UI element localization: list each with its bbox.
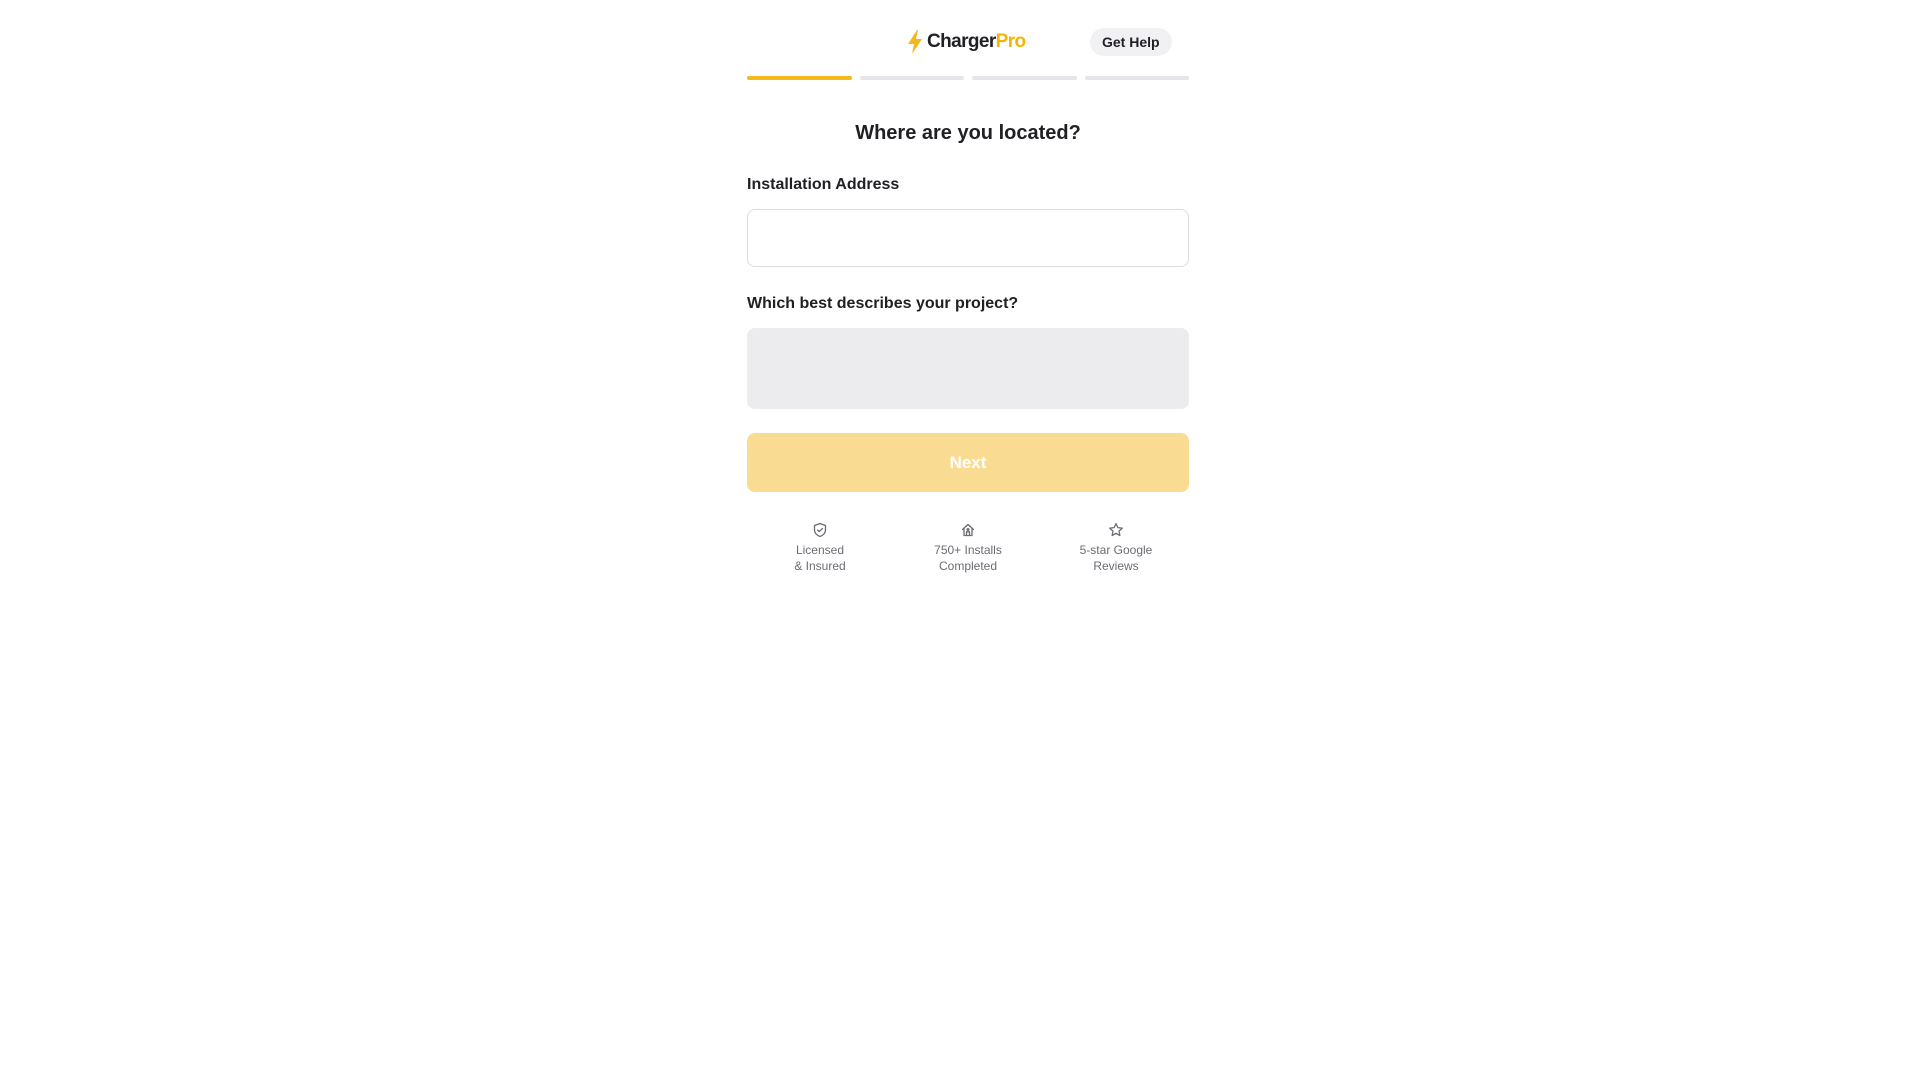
page-title: Where are you located? xyxy=(855,122,1081,144)
badge-reviews: 5-star Google Reviews xyxy=(1071,522,1161,574)
badge-text-line: 5-star Google xyxy=(1079,543,1153,557)
badge-text-line: Completed xyxy=(938,559,998,573)
address-label: Installation Address xyxy=(747,176,900,193)
badge-licensed-text: Licensed & Insured xyxy=(794,542,845,574)
get-help-button[interactable]: Get Help xyxy=(1090,28,1172,56)
logo[interactable]: ChargerPro xyxy=(907,29,1026,55)
progress-bar xyxy=(747,76,1189,80)
badge-text-line: & Insured xyxy=(794,559,846,573)
trust-badges: Licensed & Insured 750+ Installs Complet… xyxy=(747,522,1189,574)
progress-step-3 xyxy=(972,76,1077,80)
progress-step-1 xyxy=(747,76,852,80)
star-icon xyxy=(1108,522,1124,538)
logo-text: ChargerPro xyxy=(927,31,1026,53)
badge-licensed: Licensed & Insured xyxy=(775,522,865,574)
project-type-select[interactable] xyxy=(747,328,1189,409)
installation-address-input[interactable] xyxy=(747,209,1189,267)
logo-word-charger: Charger xyxy=(927,31,996,52)
header: ChargerPro Get Help xyxy=(747,0,1189,80)
onboarding-form: ChargerPro Get Help Where are you locate… xyxy=(747,0,1189,573)
project-label: Which best describes your project? xyxy=(747,295,1019,312)
badge-text-line: Licensed xyxy=(795,543,845,557)
house-icon xyxy=(960,522,976,538)
progress-step-2 xyxy=(859,76,964,80)
badge-text-line: 750+ Installs xyxy=(934,543,1002,557)
badge-installs-text: 750+ Installs Completed xyxy=(934,542,1002,574)
shield-check-icon xyxy=(812,522,828,538)
badge-text-line: Reviews xyxy=(1093,559,1139,573)
lightning-bolt-icon xyxy=(907,30,923,54)
next-button[interactable]: Next xyxy=(747,433,1189,492)
logo-word-pro: Pro xyxy=(995,31,1026,52)
badge-reviews-text: 5-star Google Reviews xyxy=(1080,542,1153,574)
progress-step-4 xyxy=(1084,76,1189,80)
badge-installs: 750+ Installs Completed xyxy=(923,522,1013,574)
